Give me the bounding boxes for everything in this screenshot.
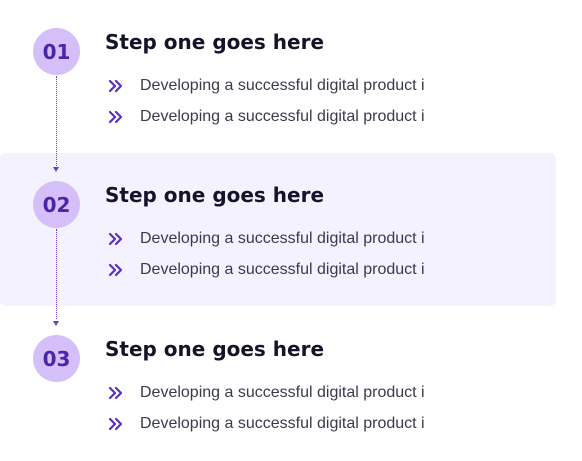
list-item: Developing a successful digital product … <box>108 408 425 439</box>
step-card-2: 02 Step one goes here Developing a succe… <box>0 153 556 306</box>
list-item: Developing a successful digital product … <box>108 254 425 285</box>
step-number-badge: 01 <box>33 28 80 75</box>
step-number-badge: 02 <box>33 181 80 228</box>
step-bullet-list: Developing a successful digital product … <box>108 223 425 285</box>
bullet-text: Developing a successful digital product … <box>140 414 425 432</box>
bullet-text: Developing a successful digital product … <box>140 107 425 125</box>
step-connector-line <box>56 229 57 319</box>
step-bullet-list: Developing a successful digital product … <box>108 70 425 132</box>
bullet-text: Developing a successful digital product … <box>140 229 425 247</box>
list-item: Developing a successful digital product … <box>108 223 425 254</box>
double-chevron-right-icon <box>108 386 123 399</box>
list-item: Developing a successful digital product … <box>108 377 425 408</box>
arrow-down-icon <box>53 321 59 326</box>
step-card-3: 03 Step one goes here Developing a succe… <box>0 307 556 460</box>
double-chevron-right-icon <box>108 417 123 430</box>
bullet-text: Developing a successful digital product … <box>140 260 425 278</box>
list-item: Developing a successful digital product … <box>108 101 425 132</box>
step-card-1: 01 Step one goes here Developing a succe… <box>0 0 556 153</box>
step-title: Step one goes here <box>105 183 325 207</box>
arrow-down-icon <box>53 167 59 172</box>
double-chevron-right-icon <box>108 79 123 92</box>
step-title: Step one goes here <box>105 337 325 361</box>
list-item: Developing a successful digital product … <box>108 70 425 101</box>
step-connector-line <box>56 76 57 166</box>
double-chevron-right-icon <box>108 110 123 123</box>
double-chevron-right-icon <box>108 263 123 276</box>
step-title: Step one goes here <box>105 30 325 54</box>
bullet-text: Developing a successful digital product … <box>140 383 425 401</box>
step-bullet-list: Developing a successful digital product … <box>108 377 425 439</box>
bullet-text: Developing a successful digital product … <box>140 76 425 94</box>
double-chevron-right-icon <box>108 232 123 245</box>
step-number-badge: 03 <box>33 335 80 382</box>
